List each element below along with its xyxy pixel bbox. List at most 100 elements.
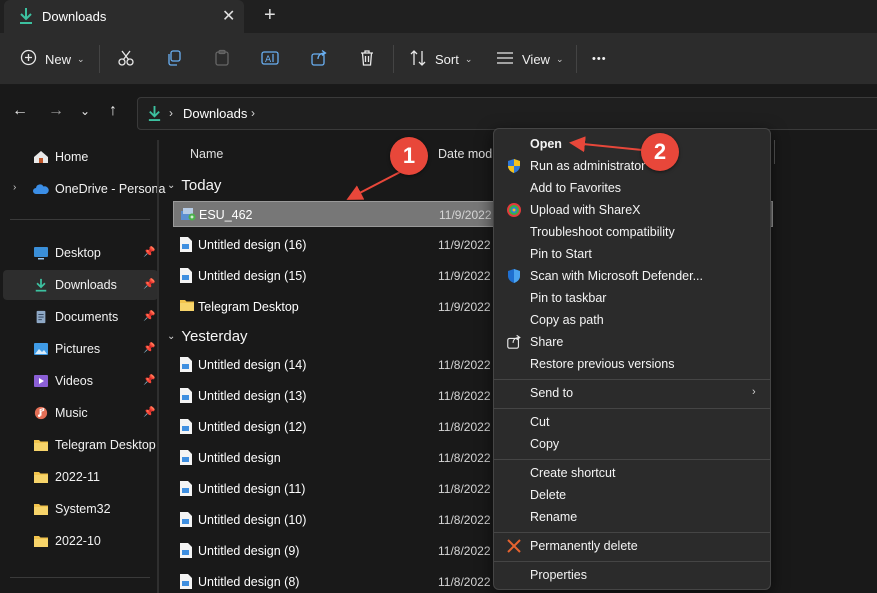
forward-arrow-icon[interactable]: → [48,102,64,120]
menu-separator [494,459,770,460]
sidebar-item-2022-11[interactable]: 2022-11 [3,462,158,492]
sidebar-item-desktop[interactable]: Desktop 📌 [3,238,158,268]
paste-button[interactable] [213,33,231,85]
menu-item-scan-with-defender[interactable]: Scan with Microsoft Defender... [498,265,766,287]
menu-item-label: Restore previous versions [530,357,675,371]
menu-item-pin-to-taskbar[interactable]: Pin to taskbar [498,287,766,309]
command-bar: New ⌄ A Sort ⌄ View ⌄ ••• [0,33,877,85]
context-menu: Open Run as administrator Add to Favorit… [493,128,771,590]
menu-item-cut[interactable]: Cut [498,411,766,433]
pin-icon: 📌 [143,407,156,418]
menu-item-restore-previous-versions[interactable]: Restore previous versions [498,353,766,375]
menu-separator [494,561,770,562]
back-arrow-icon[interactable]: ← [12,102,28,120]
menu-item-rename[interactable]: Rename [498,506,766,528]
sidebar-item-system32[interactable]: System32 [3,494,158,524]
annotation-badge-2: 2 [641,133,679,171]
plus-circle-icon [20,49,37,69]
sidebar-item-documents[interactable]: Documents 📌 [3,302,158,332]
menu-item-label: Delete [530,488,567,502]
chevron-down-icon: ⌄ [464,53,473,64]
image-file-icon [179,267,193,287]
up-arrow-icon[interactable]: ↑ [109,102,117,120]
chevron-down-icon: ⌄ [167,331,176,342]
chevron-right-icon: › [752,386,756,398]
column-header-name[interactable]: Name [190,147,223,161]
download-icon [18,7,34,28]
file-name: ESU_462 [199,208,253,222]
copy-button[interactable] [165,33,183,85]
menu-item-permanently-delete[interactable]: Permanently delete [498,535,766,557]
menu-item-label: Rename [530,510,578,524]
address-bar[interactable]: › Downloads › [137,97,877,130]
file-date: 11/8/2022 [438,389,491,403]
defender-shield-icon [506,268,522,284]
image-file-icon [179,356,193,376]
menu-item-upload-with-sharex[interactable]: Upload with ShareX [498,199,766,221]
sidebar-item-pictures[interactable]: Pictures 📌 [3,334,158,364]
menu-item-copy-as-path[interactable]: Copy as path [498,309,766,331]
tab-downloads[interactable]: Downloads ✕ [4,0,244,33]
tab-close-button[interactable]: ✕ [222,6,235,26]
new-label: New [45,51,72,67]
menu-item-delete[interactable]: Delete [498,484,766,506]
sidebar-divider [10,219,150,220]
folder-icon [33,534,49,548]
sidebar-item-videos[interactable]: Videos 📌 [3,366,158,396]
sidebar-item-onedrive[interactable]: › OneDrive - Persona [3,174,165,204]
desktop-icon [33,246,49,260]
file-date: 11/9/2022 [439,208,492,222]
menu-item-pin-to-start[interactable]: Pin to Start [498,243,766,265]
group-header-yesterday[interactable]: ⌄ Yesterday [167,328,248,345]
view-button[interactable]: View ⌄ [496,33,564,85]
menu-item-share[interactable]: Share [498,331,766,353]
sidebar-item-telegram-desktop[interactable]: Telegram Desktop [3,430,158,460]
pictures-icon [33,342,49,356]
folder-icon [33,502,49,516]
breadcrumb-chevron-icon[interactable]: › [251,106,255,120]
file-name: Telegram Desktop [198,300,299,314]
menu-item-label: Scan with Microsoft Defender... [530,269,703,283]
menu-item-label: Permanently delete [530,539,638,553]
pin-icon: 📌 [143,279,156,290]
share-icon [506,334,522,350]
menu-item-run-as-administrator[interactable]: Run as administrator [498,155,766,177]
sidebar-item-2022-10[interactable]: 2022-10 [3,526,158,556]
delete-button[interactable] [358,33,376,85]
menu-separator [494,532,770,533]
breadcrumb-chevron-icon[interactable]: › [169,106,173,120]
menu-item-add-to-favorites[interactable]: Add to Favorites [498,177,766,199]
sort-button[interactable]: Sort ⌄ [409,33,472,85]
new-tab-button[interactable]: + [264,4,276,27]
menu-item-open[interactable]: Open [498,133,766,155]
share-icon [310,49,328,70]
file-name: Untitled design (8) [198,575,300,589]
share-button[interactable] [310,33,328,85]
image-file-icon [179,236,193,256]
file-date: 11/9/2022 [438,269,491,283]
menu-item-copy[interactable]: Copy [498,433,766,455]
cut-button[interactable] [117,33,135,85]
menu-item-troubleshoot-compatibility[interactable]: Troubleshoot compatibility [498,221,766,243]
menu-item-properties[interactable]: Properties [498,564,766,586]
sidebar-item-label: System32 [55,502,111,516]
breadcrumb-downloads[interactable]: Downloads [183,106,247,121]
sidebar-item-downloads[interactable]: Downloads 📌 [3,270,158,300]
chevron-right-icon[interactable]: › [13,182,16,193]
sidebar-item-music[interactable]: Music 📌 [3,398,158,428]
sort-label: Sort [435,51,459,67]
group-header-today[interactable]: ⌄ Today [167,177,221,194]
toolbar-divider [99,45,100,73]
group-title: Yesterday [181,328,248,345]
menu-item-label: Properties [530,568,587,582]
more-options-button[interactable]: ••• [592,33,607,85]
sidebar-item-home[interactable]: Home [3,142,158,172]
file-date: 11/8/2022 [438,358,491,372]
menu-item-send-to[interactable]: Send to › [498,382,766,404]
recent-locations-chevron-icon[interactable]: ⌄ [80,104,90,118]
column-header-date-modified[interactable]: Date modi [438,147,495,161]
menu-item-create-shortcut[interactable]: Create shortcut [498,462,766,484]
new-button[interactable]: New ⌄ [20,33,85,85]
scissors-icon [117,49,135,70]
rename-button[interactable]: A [261,33,279,85]
